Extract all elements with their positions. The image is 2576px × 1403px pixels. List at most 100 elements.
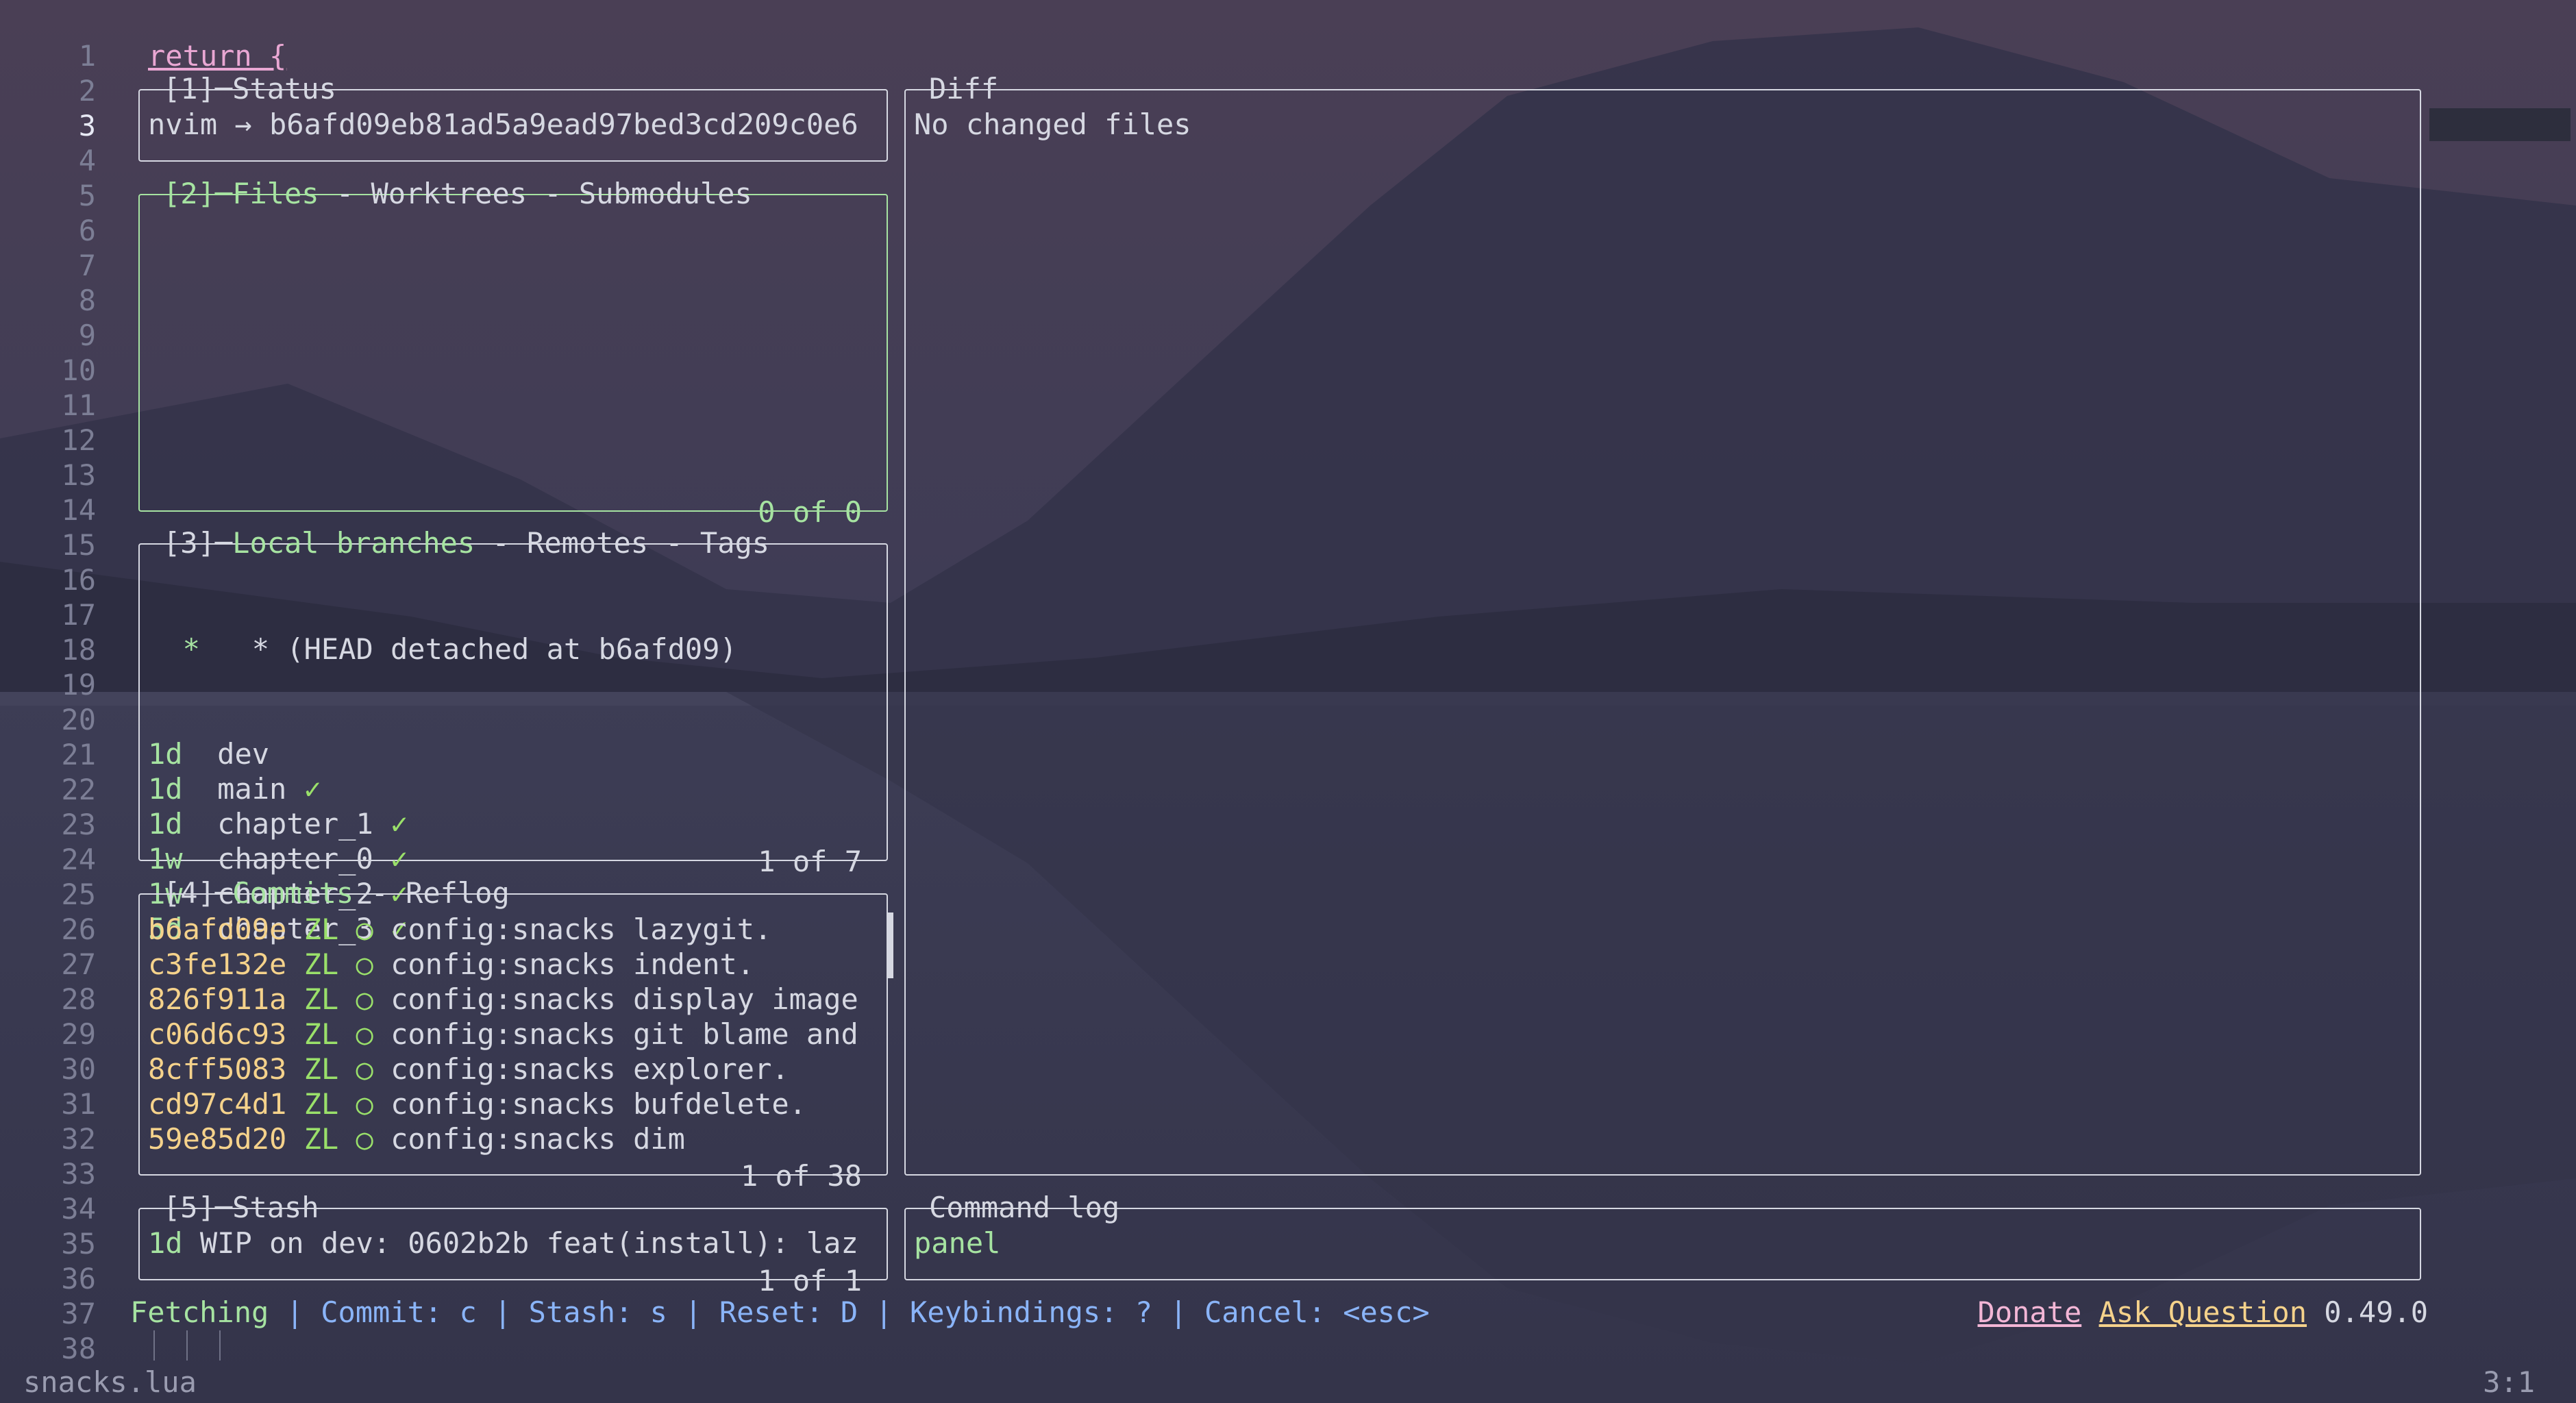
line-number: 8	[78, 284, 96, 317]
tab-files[interactable]: Files	[232, 177, 319, 210]
line-number: 38	[61, 1332, 96, 1365]
line-number: 13	[61, 458, 96, 492]
commit-row[interactable]: b6afd09e ZL ○ config:snacks lazygit.	[148, 912, 858, 947]
hint-stash: Stash: s	[528, 1295, 667, 1329]
commit-row[interactable]: 826f911a ZL ○ config:snacks display imag…	[148, 982, 858, 1017]
graph-node-icon: ○	[356, 912, 373, 946]
line-number: 16	[61, 563, 96, 597]
branch-age: 1d	[148, 737, 183, 771]
line-number-gutter: 1 2 3 4 5 6 7 8 9 10 11 12 13 14 15 16 17 18 19 20 21 22 23 24 2…	[41, 38, 96, 1366]
tab-commits[interactable]: Commits	[232, 876, 354, 910]
commit-author: ZL	[304, 1052, 339, 1086]
branch-age: 1d	[148, 772, 183, 806]
line-number: 32	[61, 1122, 96, 1156]
branch-name: dev	[217, 737, 270, 771]
commit-hash: cd97c4d1	[148, 1087, 287, 1121]
commit-hash: c3fe132e	[148, 947, 287, 981]
branch-row[interactable]: 1d main ✓	[148, 771, 737, 806]
commits-panel[interactable]: [4]─Commits - Reflog b6afd09e ZL ○ confi…	[138, 876, 888, 1193]
line-number: 7	[78, 249, 96, 282]
commit-hash: 8cff5083	[148, 1052, 287, 1086]
commits-panel-title: [4]─Commits - Reflog	[163, 876, 510, 910]
diff-text: No changed files	[914, 108, 1191, 141]
line-number: 10	[61, 353, 96, 387]
commit-row[interactable]: cd97c4d1 ZL ○ config:snacks bufdelete.	[148, 1087, 858, 1121]
status-right: Donate Ask Question 0.49.0	[1978, 1295, 2428, 1330]
commit-row[interactable]: 8cff5083 ZL ○ config:snacks explorer.	[148, 1052, 858, 1087]
line-number: 21	[61, 738, 96, 771]
line-number: 19	[61, 668, 96, 702]
line-number: 18	[61, 633, 96, 667]
line-number: 30	[61, 1052, 96, 1086]
commit-hash: b6afd09e	[148, 912, 287, 946]
commit-message: config:snacks dim	[391, 1122, 685, 1156]
line-number: 27	[61, 947, 96, 981]
stash-entry[interactable]: 1d WIP on dev: 0602b2b feat(install): la…	[148, 1226, 858, 1261]
indent-guides	[153, 1330, 252, 1363]
status-panel[interactable]: [1]─Status nvim → b6afd09eb81ad5a9ead97b…	[138, 72, 888, 162]
line-number: 15	[61, 528, 96, 562]
cursor-position: 3:1	[2483, 1365, 2535, 1399]
line-number: 22	[61, 773, 96, 806]
commit-author: ZL	[304, 982, 339, 1016]
stash-panel[interactable]: [5]─Stash 1d WIP on dev: 0602b2b feat(in…	[138, 1191, 888, 1298]
tab-submodules[interactable]: Submodules	[579, 177, 752, 210]
files-panel-counter: 0 of 0	[758, 495, 862, 529]
line-number: 36	[61, 1262, 96, 1295]
diff-panel[interactable]: Diff No changed files	[904, 72, 2421, 1176]
branch-row[interactable]: 1w chapter_0 ✓	[148, 841, 737, 876]
branches-panel[interactable]: [3]─Local branches - Remotes - Tags * * …	[138, 526, 888, 945]
command-log-panel[interactable]: Command log panel	[904, 1191, 2421, 1280]
line-number: 17	[61, 598, 96, 632]
diff-panel-title: Diff	[929, 72, 999, 105]
stash-panel-title: [5]─Stash	[163, 1191, 319, 1224]
files-panel-title: [2]─Files - Worktrees - Submodules	[163, 177, 752, 210]
hint-keybindings: Keybindings: ?	[910, 1295, 1153, 1329]
tab-reflog[interactable]: Reflog	[406, 876, 510, 910]
graph-node-icon: ○	[356, 1052, 373, 1086]
check-icon: ✓	[304, 772, 321, 806]
commit-hash: c06d6c93	[148, 1017, 287, 1051]
commit-message: config:snacks display image	[391, 982, 858, 1016]
tab-worktrees[interactable]: Worktrees	[371, 177, 527, 210]
branch-age: 1w	[148, 842, 183, 876]
hint-reset: Reset: D	[719, 1295, 858, 1329]
line-number: 26	[61, 912, 96, 946]
line-number: 25	[61, 878, 96, 911]
commit-author: ZL	[304, 912, 339, 946]
code-line-return: return {	[148, 39, 287, 73]
commit-message: config:snacks indent.	[391, 947, 755, 981]
line-number: 3	[78, 109, 96, 142]
commit-message: config:snacks explorer.	[391, 1052, 789, 1086]
commit-list: b6afd09e ZL ○ config:snacks lazygit. c3fe…	[148, 912, 858, 1156]
line-number: 6	[78, 214, 96, 247]
tab-tags[interactable]: Tags	[700, 526, 769, 560]
commits-scrollbar[interactable]	[888, 912, 893, 978]
command-log-title: Command log	[929, 1191, 1120, 1224]
line-number: 2	[78, 74, 96, 108]
commit-hash: 59e85d20	[148, 1122, 287, 1156]
line-number: 1	[78, 39, 96, 73]
line-number: 34	[61, 1192, 96, 1226]
branch-row[interactable]: 1d dev	[148, 736, 737, 771]
commit-row[interactable]: 59e85d20 ZL ○ config:snacks dim	[148, 1121, 858, 1156]
tab-local-branches[interactable]: Local branches	[232, 526, 475, 560]
ask-question-link[interactable]: Ask Question	[2099, 1295, 2307, 1329]
line-number: 12	[61, 423, 96, 457]
buffer-filename: snacks.lua	[23, 1365, 197, 1399]
branch-name: main	[217, 772, 287, 806]
commit-row[interactable]: c3fe132e ZL ○ config:snacks indent.	[148, 947, 858, 982]
commit-message: config:snacks bufdelete.	[391, 1087, 806, 1121]
tab-remotes[interactable]: Remotes	[527, 526, 648, 560]
files-panel[interactable]: [2]─Files - Worktrees - Submodules 0 of …	[138, 177, 888, 529]
graph-node-icon: ○	[356, 947, 373, 981]
graph-node-icon: ○	[356, 1017, 373, 1051]
commit-row[interactable]: c06d6c93 ZL ○ config:snacks git blame an…	[148, 1017, 858, 1052]
keybinding-bar: Fetching | Commit: c | Stash: s | Reset:…	[130, 1295, 1430, 1329]
commit-author: ZL	[304, 947, 339, 981]
graph-node-icon: ○	[356, 982, 373, 1016]
line-number: 11	[61, 388, 96, 422]
branch-row[interactable]: 1d chapter_1 ✓	[148, 806, 737, 841]
donate-link[interactable]: Donate	[1978, 1295, 2082, 1329]
commit-author: ZL	[304, 1122, 339, 1156]
